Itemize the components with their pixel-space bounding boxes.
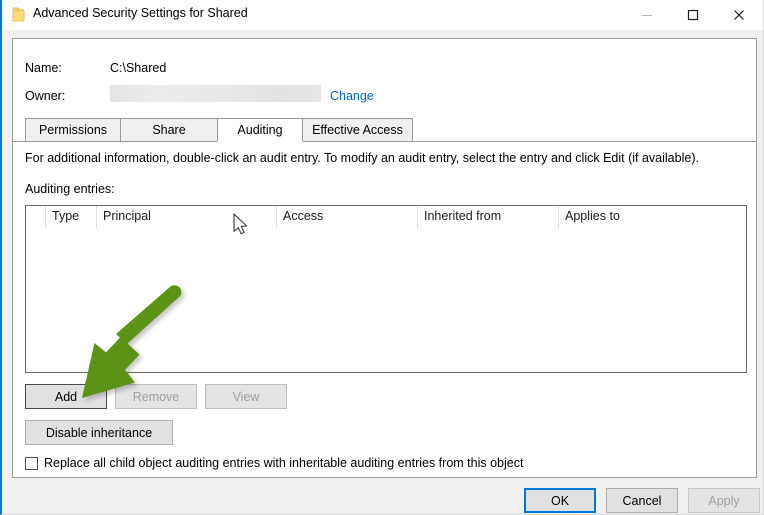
apply-button: Apply [688,488,760,513]
column-header-type[interactable]: Type [46,206,97,228]
close-icon [734,10,744,20]
maximize-icon [687,9,699,21]
tabstrip: Permissions Share Auditing Effective Acc… [13,118,756,142]
cancel-button[interactable]: Cancel [606,488,678,513]
remove-button: Remove [115,384,197,409]
listview-body-empty[interactable] [26,228,746,372]
add-button[interactable]: Add [25,384,107,409]
column-header-applies-to[interactable]: Applies to [559,206,746,228]
folder-icon [12,7,25,22]
owner-value-redacted [110,85,321,102]
name-value: C:\Shared [110,61,167,75]
disable-inheritance-button[interactable]: Disable inheritance [25,420,173,445]
listview-header: Type Principal Access Inherited from App… [26,206,746,228]
advanced-security-settings-window: Advanced Security Settings for Shared Na… [0,0,764,515]
column-header-principal[interactable]: Principal [97,206,277,228]
tab-permissions[interactable]: Permissions [25,118,121,142]
column-header-blank[interactable] [26,206,46,228]
close-button[interactable] [716,0,762,30]
ok-button[interactable]: OK [524,488,596,513]
title-bar: Advanced Security Settings for Shared [2,0,763,30]
tab-share[interactable]: Share [120,118,218,142]
tab-share-label: Share [152,123,186,137]
info-text: For additional information, double-click… [25,151,699,165]
tab-auditing[interactable]: Auditing [217,118,303,142]
replace-child-entries-row[interactable]: Replace all child object auditing entrie… [25,456,523,470]
owner-label: Owner: [25,89,66,103]
tab-effective-access-label: Effective Access [312,123,403,137]
auditing-entries-listview[interactable]: Type Principal Access Inherited from App… [25,205,747,373]
column-header-inherited-from[interactable]: Inherited from [418,206,559,228]
tab-effective-access[interactable]: Effective Access [302,118,413,142]
tab-auditing-label: Auditing [237,123,283,137]
auditing-entries-label: Auditing entries: [25,182,115,196]
change-owner-link[interactable]: Change [330,89,374,103]
tab-permissions-label: Permissions [38,123,108,137]
window-title: Advanced Security Settings for Shared [33,6,248,20]
maximize-button[interactable] [670,0,716,30]
minimize-icon [642,15,652,16]
name-label: Name: [25,61,62,75]
column-header-access[interactable]: Access [277,206,418,228]
replace-child-entries-checkbox[interactable] [25,456,38,470]
replace-child-entries-label: Replace all child object auditing entrie… [44,456,524,470]
view-button: View [205,384,287,409]
dialog-content-panel: Name: C:\Shared Owner: Change Permission… [12,38,757,478]
minimize-button[interactable] [624,0,670,30]
